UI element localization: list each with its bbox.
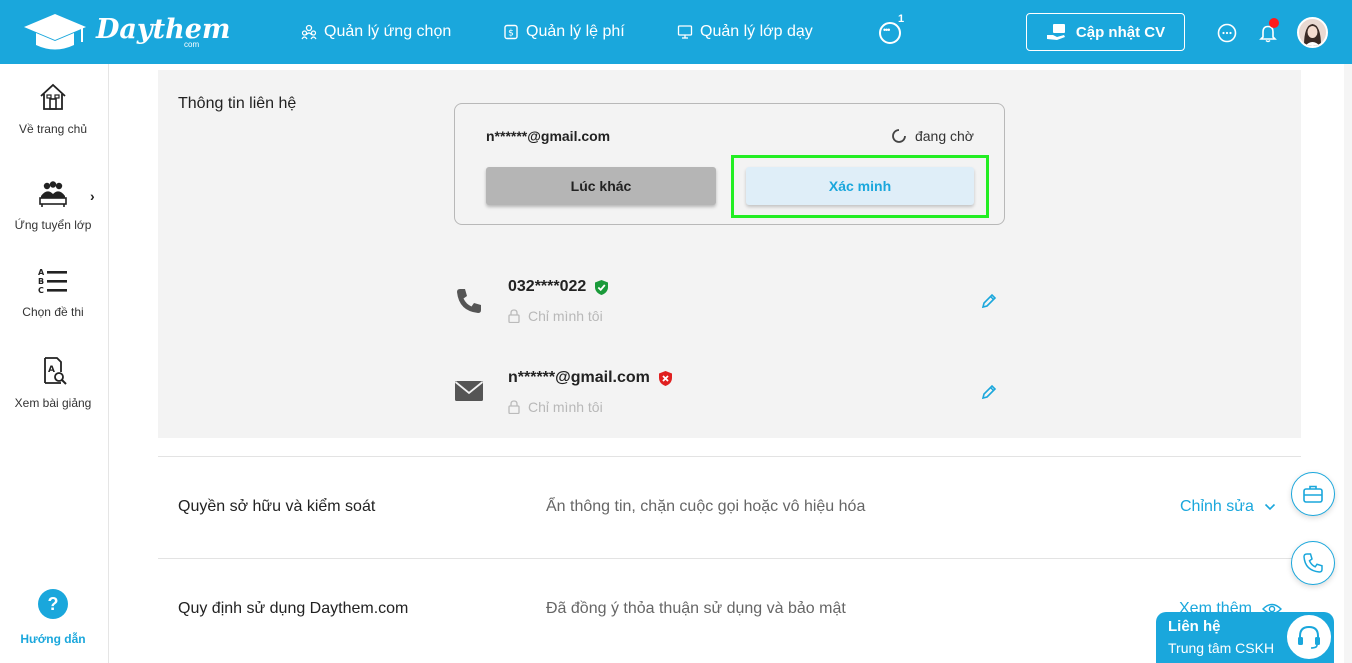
phone-float-button[interactable] <box>1291 541 1335 585</box>
cv-hand-icon <box>1046 24 1065 40</box>
lock-icon <box>508 309 520 323</box>
nav-candidate-management[interactable]: Quản lý ứng chọn <box>301 23 451 41</box>
contact-info-section: Thông tin liên hệ n******@gmail.com đang… <box>158 70 1301 438</box>
email-value: n******@gmail.com <box>508 369 673 387</box>
sidebar-item-home[interactable]: Về trang chủ <box>0 82 106 136</box>
cv-button-label: Cập nhật CV <box>1075 23 1166 41</box>
users-icon <box>301 24 317 40</box>
email-row: n******@gmail.com Chỉ mình tôi <box>454 369 1014 429</box>
sidebar-item-label: Xem bài giảng <box>14 396 92 410</box>
terms-title: Quy định sử dụng Daythem.com <box>178 600 409 617</box>
update-cv-button[interactable]: Cập nhật CV <box>1026 13 1185 51</box>
nav-label: Quản lý lệ phí <box>526 23 625 40</box>
phone-privacy[interactable]: Chỉ mình tôi <box>508 308 603 324</box>
sidebar-item-label: Ứng tuyển lớp <box>14 218 92 232</box>
fee-icon: $ <box>504 24 518 40</box>
nav-label: Quản lý ứng chọn <box>324 23 452 40</box>
pending-email: n******@gmail.com <box>486 128 611 144</box>
terms-desc: Đã đồng ý thỏa thuận sử dụng và bảo mật <box>546 600 846 617</box>
privacy-label: Chỉ mình tôi <box>528 399 603 415</box>
user-photo-icon <box>1299 19 1326 46</box>
later-button[interactable]: Lúc khác <box>486 167 716 205</box>
ownership-edit-link[interactable]: Chỉnh sửa <box>1180 498 1276 516</box>
ownership-desc: Ẩn thông tin, chặn cuộc gọi hoặc vô hiệu… <box>546 498 866 515</box>
widget-title: Liên hệ <box>1168 618 1221 635</box>
brand-sub: com <box>184 40 200 49</box>
class-group-icon <box>39 181 67 207</box>
help-label[interactable]: Hướng dẫn <box>0 632 106 646</box>
chat-icon[interactable] <box>1217 23 1237 43</box>
sidebar-item-view-lessons[interactable]: A Xem bài giảng <box>0 356 106 410</box>
more-menu-icon[interactable] <box>879 22 901 44</box>
ownership-title: Quyền sở hữu và kiểm soát <box>178 498 376 515</box>
more-badge: 1 <box>898 13 905 25</box>
pending-status: đang chờ <box>891 128 974 144</box>
sidebar-item-label: Chọn đề thi <box>22 305 84 319</box>
contact-support-widget[interactable]: Liên hệ Trung tâm CSKH <box>1156 612 1334 663</box>
verified-shield-icon <box>595 279 609 295</box>
avatar[interactable] <box>1297 17 1328 48</box>
phone-call-icon <box>1303 553 1323 573</box>
phone-icon <box>457 289 481 313</box>
notification-dot <box>1269 18 1279 28</box>
email-privacy[interactable]: Chỉ mình tôi <box>508 399 603 415</box>
chevron-down-icon <box>1264 503 1275 511</box>
email-address: n******@gmail.com <box>508 369 650 386</box>
help-icon[interactable]: ? <box>38 589 68 619</box>
status-text: đang chờ <box>914 128 974 144</box>
svg-text:A: A <box>38 268 45 277</box>
loading-spinner-icon <box>892 129 906 143</box>
home-icon <box>40 83 66 110</box>
divider <box>158 456 1301 457</box>
edit-pencil-icon[interactable] <box>980 292 998 310</box>
daythem-logo[interactable]: Daythem com <box>22 12 230 54</box>
svg-text:C: C <box>38 286 44 295</box>
unverified-shield-icon <box>658 370 672 386</box>
mail-icon <box>454 381 484 401</box>
lock-icon <box>508 400 520 414</box>
top-header: Daythem com Quản lý ứng chọn $ Quản lý l… <box>0 0 1352 64</box>
nav-class-management[interactable]: Quản lý lớp dạy <box>677 23 813 41</box>
edit-pencil-icon[interactable] <box>980 383 998 401</box>
edit-label: Chỉnh sửa <box>1180 498 1254 515</box>
briefcase-icon <box>1303 485 1323 503</box>
phone-number: 032****022 <box>508 278 587 295</box>
lesson-search-icon: A <box>44 357 67 385</box>
svg-text:A: A <box>48 365 55 375</box>
graduation-cap-icon <box>24 14 86 50</box>
chevron-right-icon[interactable]: › <box>90 188 95 204</box>
nav-fee-management[interactable]: $ Quản lý lệ phí <box>503 23 625 41</box>
nav-label: Quản lý lớp dạy <box>700 23 813 40</box>
phone-value: 032****022 <box>508 278 609 296</box>
sidebar-item-choose-exam[interactable]: ABC Chọn đề thi <box>0 267 106 319</box>
verify-button-highlight <box>731 155 989 218</box>
privacy-label: Chỉ mình tôi <box>528 308 603 324</box>
briefcase-float-button[interactable] <box>1291 472 1335 516</box>
monitor-icon <box>677 25 693 39</box>
contact-info-label: Thông tin liên hệ <box>178 95 297 112</box>
widget-subtitle: Trung tâm CSKH <box>1168 640 1275 656</box>
divider <box>158 558 1301 559</box>
sidebar-item-label: Về trang chủ <box>18 122 88 136</box>
brand-name: Daythem <box>96 14 231 45</box>
page-scrollbar[interactable] <box>1344 64 1352 663</box>
svg-text:B: B <box>38 277 44 286</box>
headset-icon <box>1284 612 1334 662</box>
sidebar: Về trang chủ Ứng tuyển lớp › ABC Chọn đề… <box>0 64 109 663</box>
svg-text:$: $ <box>508 29 514 39</box>
phone-row: 032****022 Chỉ mình tôi <box>454 278 1014 338</box>
abc-list-icon: ABC <box>38 268 67 295</box>
